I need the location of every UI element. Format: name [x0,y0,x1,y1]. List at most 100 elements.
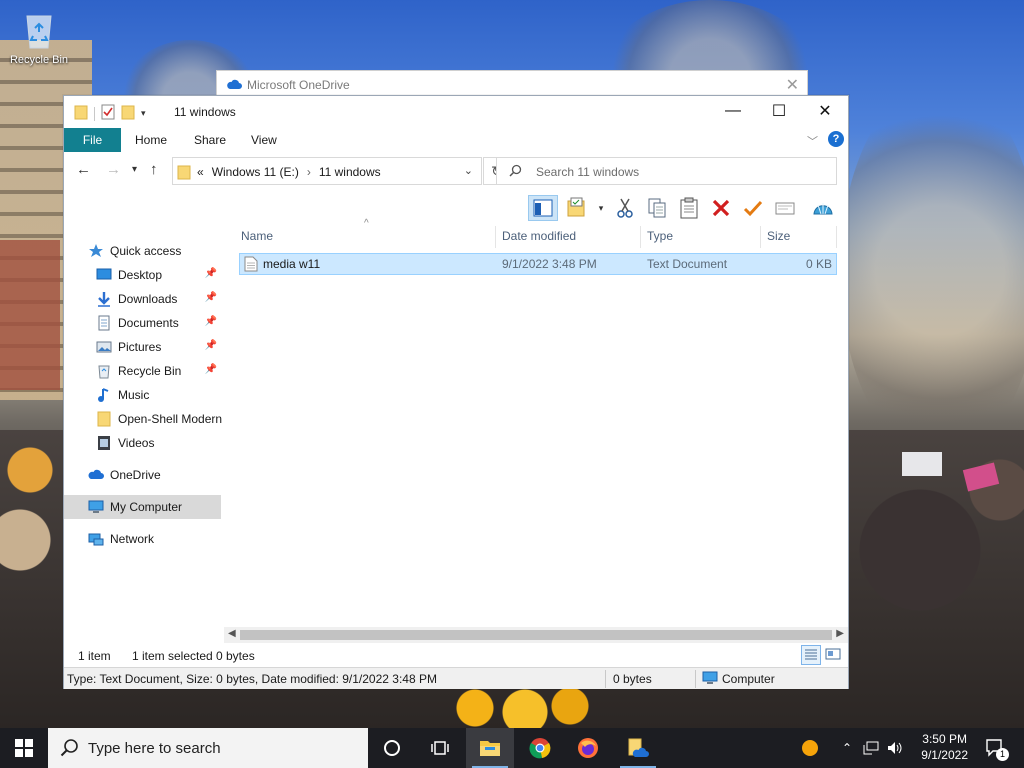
up-button[interactable]: ↑ [150,161,158,178]
delete-icon [712,199,730,217]
network-tray-button[interactable] [860,728,882,768]
properties-button[interactable] [564,195,590,221]
search-box[interactable]: Search 11 windows [496,157,837,185]
chrome-icon [529,738,551,759]
qat-dropdown-icon[interactable]: ▾ [141,108,146,119]
close-button[interactable]: ✕ [802,96,848,126]
onedrive-folder-icon [628,738,649,757]
cortana-button[interactable] [368,728,416,768]
search-icon [509,164,522,180]
sidebar-item-network[interactable]: Network [64,527,221,551]
pin-icon[interactable]: 📌 [205,364,217,375]
properties-dropdown-icon[interactable]: ▾ [596,195,606,221]
forward-button[interactable]: → [106,161,121,178]
new-folder-qat-icon[interactable] [121,104,135,123]
search-input[interactable]: Search 11 windows [536,165,639,179]
cut-button[interactable] [612,195,638,221]
taskbar-search-box[interactable]: Type here to search [48,728,368,768]
horizontal-scrollbar[interactable]: ◀ ▶ [224,627,848,643]
file-explorer-window[interactable]: ▾ 11 windows — ☐ ✕ File Home Share View … [63,95,849,689]
table-row[interactable]: media w11 9/1/2022 3:48 PM Text Document… [239,253,837,275]
tab-file[interactable]: File [64,128,121,152]
maximize-button[interactable]: ☐ [756,96,802,126]
rename-button[interactable] [772,195,798,221]
column-divider[interactable] [760,226,761,248]
taskbar-search-input[interactable]: Type here to search [88,740,221,757]
breadcrumb-overflow[interactable]: « [197,165,204,179]
tab-share[interactable]: Share [194,128,226,152]
properties-qat-icon[interactable] [101,104,115,123]
minimize-button[interactable]: — [710,96,756,126]
taskbar-firefox[interactable] [564,728,612,768]
scrollbar-thumb[interactable] [240,630,832,640]
sidebar-item-recycle-bin[interactable]: Recycle Bin 📌 [64,359,221,383]
scroll-right-arrow-icon[interactable]: ▶ [836,628,844,639]
sidebar-item-open-shell-modern[interactable]: Open-Shell Modern [64,407,222,431]
address-bar[interactable]: « Windows 11 (E:) › 11 windows ⌄ [172,157,482,185]
column-header-type[interactable]: Type [647,223,673,249]
sidebar-item-documents[interactable]: Documents 📌 [64,311,221,335]
column-header-size[interactable]: Size [767,223,790,249]
tray-orange-app[interactable] [796,728,824,768]
sidebar-item-downloads[interactable]: Downloads 📌 [64,287,221,311]
classic-toolbar: ▾ [528,193,836,223]
onedrive-close-button[interactable]: ✕ [786,75,799,95]
search-icon [60,738,80,761]
taskbar-chrome[interactable] [516,728,564,768]
copy-button[interactable] [644,195,670,221]
details-view-button[interactable] [801,645,821,665]
title-bar[interactable]: ▾ 11 windows — ☐ ✕ [64,96,848,128]
sidebar-item-pictures[interactable]: Pictures 📌 [64,335,221,359]
pin-icon[interactable]: 📌 [205,268,217,279]
taskbar-onedrive-folder[interactable] [614,728,662,768]
breadcrumb-folder[interactable]: 11 windows [319,165,381,179]
pin-icon[interactable]: 📌 [205,316,217,327]
recent-locations-button[interactable]: ▾ [132,164,137,175]
tab-home[interactable]: Home [135,128,167,152]
select-button[interactable] [740,195,766,221]
file-list[interactable]: ^ Name Date modified Type Size media w11… [239,218,837,628]
start-button[interactable] [0,728,48,768]
column-divider[interactable] [640,226,641,248]
column-header-date-modified[interactable]: Date modified [502,223,576,249]
scroll-left-arrow-icon[interactable]: ◀ [228,628,236,639]
column-divider[interactable] [836,226,837,248]
show-hidden-icons-button[interactable]: ⌃ [838,728,856,768]
chevron-right-icon[interactable]: › [307,165,311,179]
column-header-name[interactable]: Name [241,223,273,249]
taskbar-file-explorer[interactable] [466,728,514,768]
sidebar-item-desktop[interactable]: Desktop 📌 [64,263,221,287]
details-size: 0 bytes [613,672,652,686]
sidebar-item-videos[interactable]: Videos [64,431,221,455]
recycle-bin-icon [22,10,56,50]
paste-button[interactable] [676,195,702,221]
file-size: 0 KB [805,257,832,271]
pin-icon[interactable]: 📌 [205,340,217,351]
recycle-bin-desktop-icon[interactable]: Recycle Bin [6,10,72,66]
preview-pane-button[interactable] [528,195,558,221]
pin-icon[interactable]: 📌 [205,292,217,303]
breadcrumb-drive[interactable]: Windows 11 (E:) [212,165,299,179]
volume-button[interactable] [884,728,906,768]
back-button[interactable]: ← [76,161,91,178]
help-icon[interactable]: ? [828,131,844,147]
delete-button[interactable] [708,195,734,221]
sidebar-item-quick-access[interactable]: Quick access [64,239,221,263]
task-view-button[interactable] [416,728,464,768]
music-icon [96,387,112,403]
taskbar: Type here to search ⌃ 3:50 PM 9/1/2022 1 [0,728,1024,768]
item-count: 1 item [78,649,111,663]
sidebar-item-onedrive[interactable]: OneDrive [64,463,221,487]
action-center-button[interactable]: 1 [978,728,1012,768]
sidebar-item-my-computer[interactable]: My Computer [64,495,221,519]
settings-button[interactable] [810,195,836,221]
address-dropdown-icon[interactable]: ⌄ [464,164,473,177]
tab-view[interactable]: View [251,128,277,152]
large-icons-view-button[interactable] [824,645,844,665]
rename-icon [775,202,795,215]
expand-ribbon-icon[interactable]: ﹀ [807,133,818,149]
clock[interactable]: 3:50 PM 9/1/2022 [921,731,968,763]
sidebar-item-music[interactable]: Music [64,383,221,407]
divider [605,670,606,688]
column-divider[interactable] [495,226,496,248]
